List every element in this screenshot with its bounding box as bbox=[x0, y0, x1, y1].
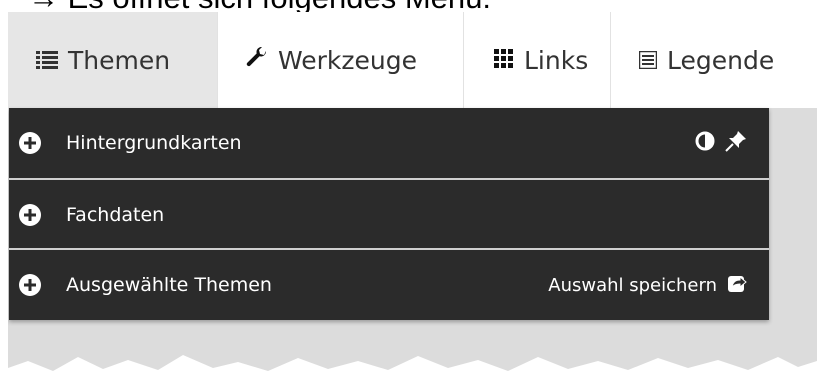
menu-row-fachdaten[interactable]: Fachdaten bbox=[9, 180, 769, 250]
plus-circle-icon[interactable] bbox=[19, 274, 41, 296]
menu-row-label: Hintergrundkarten bbox=[66, 132, 242, 154]
tab-links[interactable]: Links bbox=[464, 12, 611, 108]
menu-row-label: Ausgewählte Themen bbox=[66, 274, 272, 296]
torn-edge bbox=[8, 355, 817, 383]
share-icon bbox=[727, 273, 747, 298]
legend-icon bbox=[638, 46, 658, 75]
tab-werkzeuge[interactable]: Werkzeuge bbox=[218, 12, 464, 108]
tab-bar: Themen Werkzeuge Links Legende bbox=[8, 12, 817, 108]
tab-label: Legende bbox=[667, 45, 775, 75]
tab-themen[interactable]: Themen bbox=[8, 12, 218, 108]
row-actions bbox=[695, 130, 747, 157]
themen-menu: Hintergrundkarten Fachdaten Ausgewählte … bbox=[9, 108, 769, 320]
tab-label: Werkzeuge bbox=[278, 45, 417, 75]
menu-row-label: Fachdaten bbox=[66, 204, 165, 226]
contrast-icon[interactable] bbox=[695, 131, 715, 156]
app-screenshot: Themen Werkzeuge Links Legende Hintergru… bbox=[8, 12, 817, 383]
plus-circle-icon[interactable] bbox=[19, 204, 41, 226]
menu-row-hintergrundkarten[interactable]: Hintergrundkarten bbox=[9, 108, 769, 178]
grid-icon bbox=[494, 46, 514, 75]
tab-legende[interactable]: Legende bbox=[611, 12, 817, 108]
tab-label: Themen bbox=[68, 45, 171, 75]
pin-icon[interactable] bbox=[725, 130, 747, 157]
menu-row-ausgewaehlte-themen[interactable]: Ausgewählte Themen Auswahl speichern bbox=[9, 250, 769, 320]
wrench-icon bbox=[246, 46, 268, 75]
save-selection-label: Auswahl speichern bbox=[548, 274, 717, 296]
tab-label: Links bbox=[524, 45, 589, 75]
save-selection-button[interactable]: Auswahl speichern bbox=[548, 273, 747, 298]
list-icon bbox=[36, 46, 58, 75]
plus-circle-icon[interactable] bbox=[19, 132, 41, 154]
